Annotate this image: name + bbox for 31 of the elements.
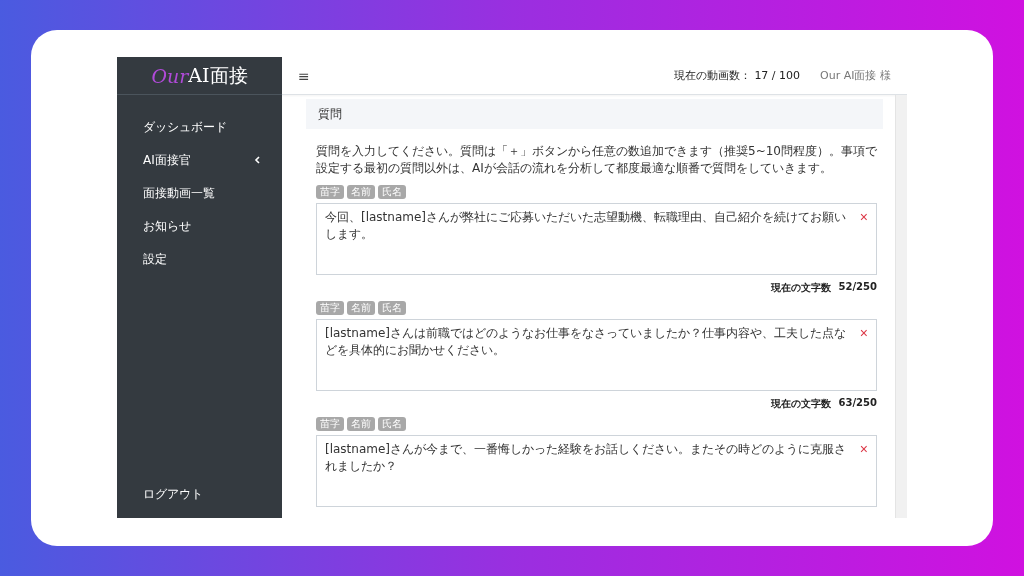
question-field[interactable]: [lastname]さんが今まで、一番悔しかった経験をお話しください。またその時どのように克服されましたか？ × bbox=[316, 435, 877, 507]
close-button[interactable]: × bbox=[859, 209, 868, 225]
tag-button[interactable]: 苗字 bbox=[316, 417, 344, 431]
menu-icon[interactable]: ≡ bbox=[298, 67, 310, 84]
question-field[interactable]: 今回、[lastname]さんが弊社にご応募いただいた志望動機、転職理由、自己紹介を続けてお願いします。 × bbox=[316, 203, 877, 275]
tag-button[interactable]: 氏名 bbox=[378, 185, 406, 199]
nav-item[interactable]: 設定 bbox=[117, 249, 282, 269]
question-field[interactable]: [lastname]さんは前職ではどのようなお仕事をなさっていましたか？仕事内容や、工夫した点などを具体的にお聞かせください。 × bbox=[316, 319, 877, 391]
char-count-label: 現在の文字数 bbox=[770, 281, 831, 295]
tag-button[interactable]: 名前 bbox=[347, 301, 375, 315]
nav-item[interactable]: 面接動画一覧 bbox=[117, 183, 282, 203]
tag-button[interactable]: 氏名 bbox=[378, 417, 406, 431]
tag-button[interactable]: 氏名 bbox=[378, 301, 406, 315]
scrollbar[interactable] bbox=[895, 95, 907, 518]
tag-button[interactable]: 名前 bbox=[347, 185, 375, 199]
user-name[interactable]: Our AI面接 様 bbox=[820, 68, 891, 83]
section-title: 質問 bbox=[306, 99, 883, 129]
nav-item[interactable]: AI面接官 bbox=[117, 150, 282, 170]
char-count: 63/250 bbox=[838, 397, 877, 410]
description: 質問を入力してください。質問は「＋」ボタンから任意の数追加できます（推奨5~10問程度）。事項で設定する最初の質問以外は、AIが会話の流れを分析して都度最適な順番で質問をしていきます。 bbox=[316, 143, 877, 177]
tag-button[interactable]: 苗字 bbox=[316, 301, 344, 315]
tag-button[interactable]: 苗字 bbox=[316, 185, 344, 199]
logout-link[interactable]: ログアウト bbox=[117, 484, 282, 504]
nav-item[interactable]: お知らせ bbox=[117, 216, 282, 236]
close-button[interactable]: × bbox=[859, 325, 868, 341]
video-count: 現在の動画数： 17 / 100 bbox=[673, 68, 801, 83]
nav-item[interactable]: ダッシュボード bbox=[117, 117, 282, 137]
char-count: 52/250 bbox=[838, 281, 877, 294]
char-count-label: 現在の文字数 bbox=[770, 397, 831, 411]
tag-button[interactable]: 名前 bbox=[347, 417, 375, 431]
close-button[interactable]: × bbox=[859, 441, 868, 457]
